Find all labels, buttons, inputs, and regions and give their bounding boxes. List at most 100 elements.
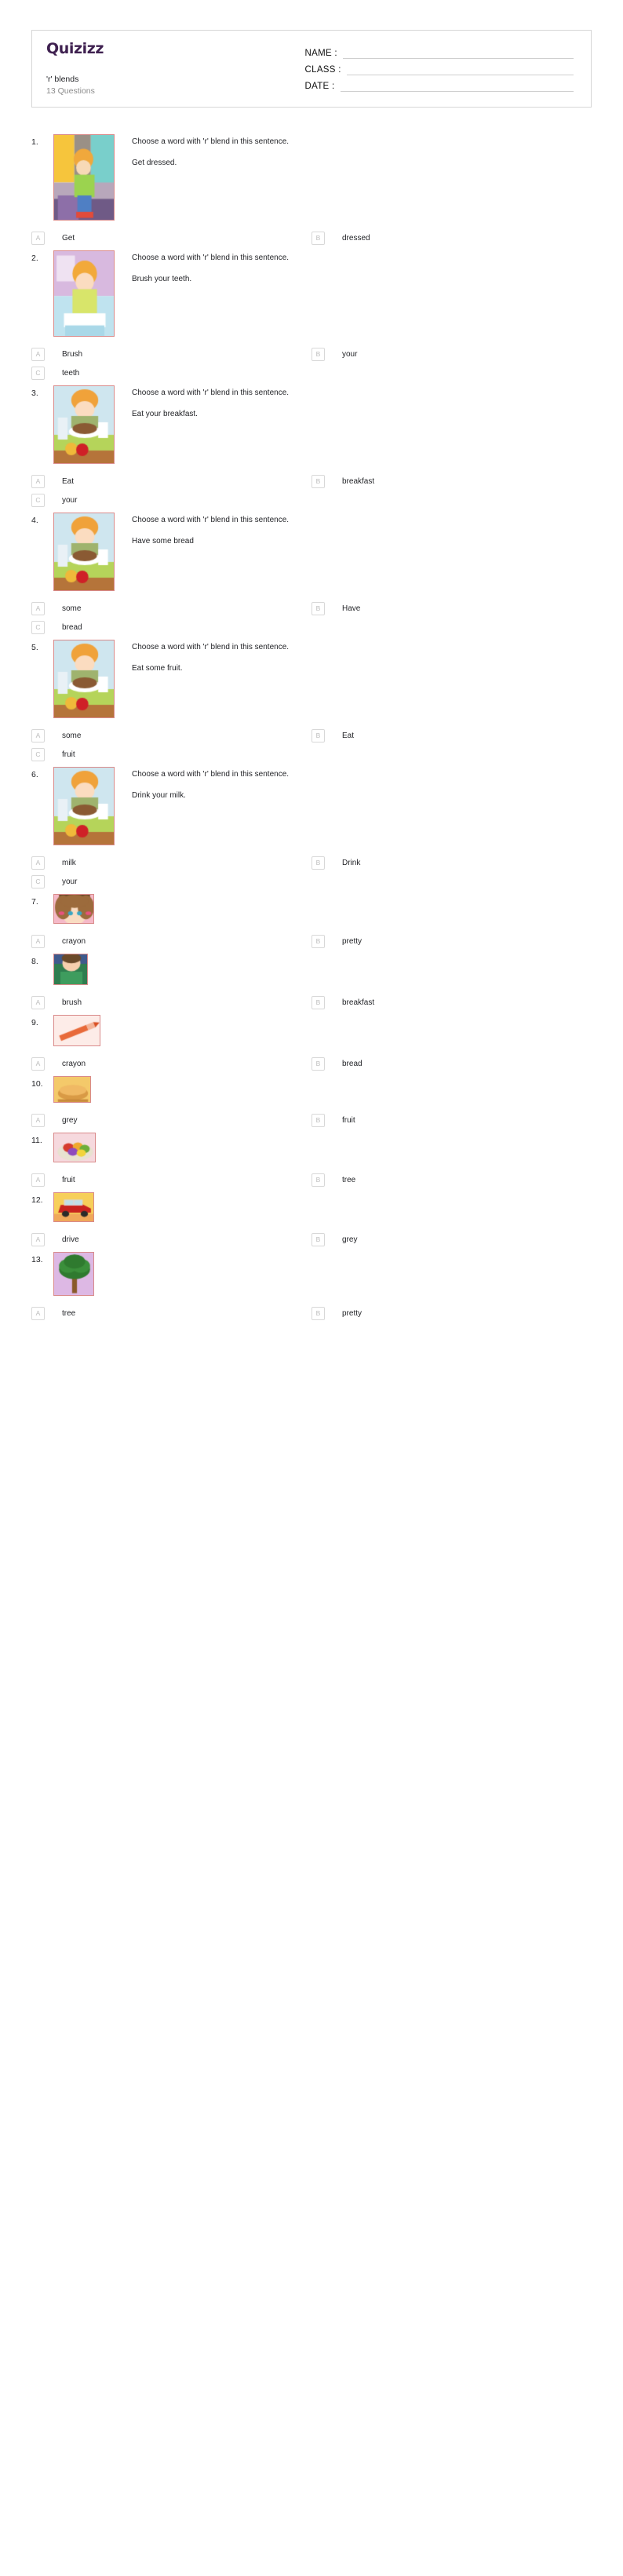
answer-option[interactable]: Bbread [312, 1057, 592, 1071]
option-label: your [62, 496, 78, 505]
question-image [53, 134, 115, 221]
answer-option[interactable]: Afruit [31, 1173, 312, 1188]
answer-option[interactable]: B Have [312, 602, 592, 616]
question-image [53, 250, 115, 338]
answer-option[interactable]: Amilk [31, 856, 312, 870]
option-row: Asome B Have [31, 602, 592, 616]
option-letter-badge: B [312, 1233, 325, 1247]
answer-option[interactable]: Cyour [31, 494, 312, 508]
question-number: 1. [31, 137, 38, 148]
question-sentence: Drink your milk. [132, 791, 186, 801]
quizizz-logo: Quizizz [46, 40, 104, 57]
question-image-canvas [54, 1133, 95, 1162]
option-letter-badge: B [312, 1057, 325, 1071]
option-letter-badge: B [312, 1114, 325, 1128]
answer-option[interactable]: Byour [312, 348, 592, 362]
class-input-line[interactable] [346, 64, 574, 76]
option-letter-badge: C [31, 748, 45, 762]
header-left: Quizizz 'r' blends 13 Questions [32, 31, 290, 107]
question-body [94, 1192, 592, 1194]
question-body [94, 1252, 592, 1253]
option-label: crayon [62, 1060, 86, 1069]
question-item: 7. Acrayon Bpretty [31, 894, 592, 949]
answer-option[interactable]: Cbread [31, 621, 312, 635]
question-main: 13. [31, 1252, 592, 1297]
question-number: 9. [31, 1018, 38, 1028]
answer-option[interactable]: Abrush [31, 996, 312, 1010]
question-item: 9. Acrayon Bbread [31, 1015, 592, 1071]
answer-option[interactable]: Cteeth [31, 367, 312, 381]
question-main: 11. [31, 1133, 592, 1163]
answer-options: A Brush Byour Cteeth [31, 337, 592, 381]
date-label: DATE : [304, 82, 335, 92]
answer-option[interactable]: Bbreakfast [312, 475, 592, 489]
question-image-canvas [54, 954, 87, 985]
worksheet-page: Quizizz 'r' blends 13 Questions NAME : C… [0, 0, 623, 1357]
question-number: 7. [31, 897, 38, 907]
question-item: 6. Choose a word with 'r' blend in this s… [31, 767, 592, 889]
answer-option[interactable]: B Drink [312, 856, 592, 870]
question-prompt: Choose a word with 'r' blend in this sen… [132, 770, 290, 779]
option-label: fruit [342, 1116, 355, 1126]
option-letter-badge: B [312, 1307, 325, 1321]
question-image-canvas [54, 135, 114, 221]
question-image-canvas [54, 640, 114, 718]
answer-option[interactable]: Bdressed [312, 232, 592, 246]
answer-option[interactable]: Acrayon [31, 1057, 312, 1071]
option-letter-badge: A [31, 1057, 45, 1071]
answer-option[interactable]: Bfruit [312, 1114, 592, 1128]
answer-option[interactable]: Atree [31, 1307, 312, 1321]
option-letter-badge: A [31, 1173, 45, 1188]
question-item: 8. Abrush Bbreakfast [31, 954, 592, 1010]
option-letter-badge: A [31, 856, 45, 870]
answer-option[interactable]: Bgrey [312, 1233, 592, 1247]
option-row: Cfruit [31, 748, 592, 762]
answer-option[interactable]: Adrive [31, 1233, 312, 1247]
option-label: Eat [62, 477, 75, 487]
option-row: Adrive Bgrey [31, 1233, 592, 1247]
answer-option[interactable]: Btree [312, 1173, 592, 1188]
question-number: 2. [31, 254, 38, 264]
question-item: 11. Afruit Btree [31, 1133, 592, 1188]
answer-option[interactable]: A Eat [31, 475, 312, 489]
answer-option[interactable]: Bpretty [312, 935, 592, 949]
answer-options: Adrive Bgrey [31, 1222, 592, 1247]
question-main: 10. [31, 1076, 592, 1104]
answer-option[interactable]: A Get [31, 232, 312, 246]
option-label: your [62, 878, 78, 887]
date-input-line[interactable] [340, 81, 574, 93]
answer-option[interactable]: Asome [31, 729, 312, 743]
answer-option[interactable]: Asome [31, 602, 312, 616]
option-letter-badge: B [312, 856, 325, 870]
option-letter-badge: C [31, 367, 45, 381]
option-row: Acrayon Bpretty [31, 935, 592, 949]
class-field-row: CLASS : [305, 64, 574, 76]
option-label: milk [62, 859, 76, 868]
answer-option[interactable]: Cfruit [31, 748, 312, 762]
question-image-canvas [54, 1253, 93, 1296]
option-row: Asome B Eat [31, 729, 592, 743]
option-label: breakfast [342, 477, 375, 487]
option-letter-badge: A [31, 232, 45, 246]
answer-option[interactable]: Acrayon [31, 935, 312, 949]
question-number: 8. [31, 957, 38, 967]
question-main: 8. [31, 954, 592, 986]
option-row: Amilk B Drink [31, 856, 592, 870]
option-letter-badge: B [312, 348, 325, 362]
question-image [53, 1015, 100, 1047]
option-label: grey [342, 1235, 358, 1245]
answer-option[interactable]: B Eat [312, 729, 592, 743]
option-label: some [62, 604, 82, 614]
answer-options: Asome B Have Cbread [31, 591, 592, 635]
question-image-canvas [54, 513, 114, 591]
answer-option[interactable]: Agrey [31, 1114, 312, 1128]
option-label: pretty [342, 1309, 363, 1319]
answer-option[interactable]: Cyour [31, 875, 312, 889]
answer-option[interactable]: A Brush [31, 348, 312, 362]
question-number: 6. [31, 770, 38, 780]
answer-option[interactable]: Bbreakfast [312, 996, 592, 1010]
option-label: Get [62, 234, 75, 243]
question-image [53, 640, 115, 719]
name-input-line[interactable] [342, 48, 574, 60]
answer-option[interactable]: Bpretty [312, 1307, 592, 1321]
